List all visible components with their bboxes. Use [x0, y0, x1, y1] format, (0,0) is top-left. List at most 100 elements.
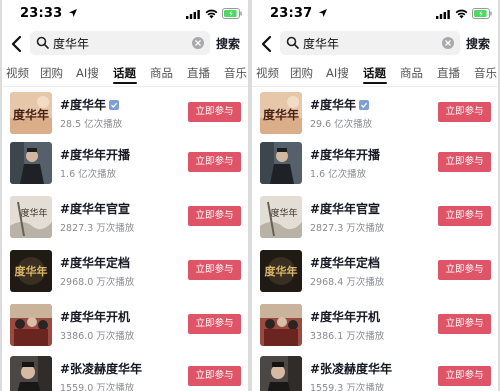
topic-view-count: 3386.0 万次播放 [60, 331, 135, 342]
left-screenshot: 23:33 度华年 搜索 视频 团购 AI搜 话题 商品 直播 音乐 度华年 #… [2, 0, 248, 391]
search-button[interactable]: 搜索 [216, 35, 240, 52]
verified-badge-icon [359, 100, 370, 110]
join-topic-button[interactable]: 立即参与 [188, 260, 241, 280]
topic-row[interactable]: #度华年开机 3386.1 万次播放 立即参与 [252, 300, 498, 352]
search-tabs: 视频 团购 AI搜 话题 商品 直播 音乐 [2, 62, 248, 84]
tab-group-buy[interactable]: 团购 [40, 65, 63, 81]
topic-row[interactable]: 度华年 #度华年定档 2968.0 万次播放 立即参与 [2, 246, 248, 298]
misty-poster-thumbnail: 度华年 [10, 196, 52, 238]
join-topic-button[interactable]: 立即参与 [438, 314, 491, 334]
tab-topics[interactable]: 话题 [113, 65, 136, 81]
dark-gold-poster-thumbnail: 度华年 [260, 250, 302, 292]
topic-view-count: 1.6 亿次播放 [310, 169, 367, 180]
active-tab-indicator [363, 82, 387, 84]
topic-title: #度华年 [310, 96, 370, 113]
topic-view-count: 2968.4 万次播放 [310, 277, 385, 288]
cellular-signal-icon [436, 10, 450, 19]
dark-gold-poster-thumbnail: 度华年 [10, 250, 52, 292]
search-button[interactable]: 搜索 [466, 35, 490, 52]
join-topic-button[interactable]: 立即参与 [188, 366, 241, 386]
topic-row[interactable]: #度华年开机 3386.0 万次播放 立即参与 [2, 300, 248, 352]
clear-search-icon[interactable] [442, 37, 454, 49]
status-bar: 23:33 [2, 0, 248, 28]
back-arrow-icon[interactable] [260, 35, 274, 53]
topic-title: #度华年官宣 [310, 202, 381, 216]
search-query-text: 度华年 [53, 37, 90, 51]
tab-products[interactable]: 商品 [150, 65, 173, 81]
right-screenshot: 23:37 度华年 搜索 视频 团购 AI搜 话题 商品 直播 音乐 度华年 #… [252, 0, 498, 391]
join-topic-button[interactable]: 立即参与 [188, 102, 241, 122]
verified-badge-icon [109, 100, 120, 110]
status-bar: 23:37 [252, 0, 498, 28]
topic-row[interactable]: #度华年开播 1.6 亿次播放 立即参与 [2, 138, 248, 190]
topic-title: #度华年 [60, 96, 120, 113]
calligraphy-logo-thumbnail: 度华年 [10, 92, 52, 134]
join-topic-button[interactable]: 立即参与 [438, 206, 491, 226]
svg-text:度华年: 度华年 [263, 107, 299, 122]
search-query-text: 度华年 [303, 37, 340, 51]
svg-text:度华年: 度华年 [20, 207, 47, 219]
topic-view-count: 2827.3 万次播放 [310, 223, 385, 234]
topic-row[interactable]: 度华年 #度华年官宣 2827.3 万次播放 立即参与 [2, 192, 248, 244]
location-arrow-icon [69, 9, 77, 17]
tab-ai-search[interactable]: AI搜 [76, 65, 99, 81]
topic-row[interactable]: 度华年 #度华年定档 2968.4 万次播放 立即参与 [252, 246, 498, 298]
wifi-icon [205, 9, 218, 19]
topic-row[interactable]: 度华年 #度华年 28.5 亿次播放 立即参与 [2, 88, 248, 140]
tab-products[interactable]: 商品 [400, 65, 423, 81]
svg-text:度华年: 度华年 [15, 264, 48, 278]
tab-topics[interactable]: 话题 [363, 65, 386, 81]
join-topic-button[interactable]: 立即参与 [188, 206, 241, 226]
costume-actor-thumbnail [260, 142, 302, 184]
tab-live[interactable]: 直播 [437, 65, 460, 81]
location-arrow-icon [319, 9, 327, 17]
join-topic-button[interactable]: 立即参与 [438, 152, 491, 172]
topic-view-count: 2968.0 万次播放 [60, 277, 135, 288]
topic-row[interactable]: 度华年 #度华年 29.6 亿次播放 立即参与 [252, 88, 498, 140]
divider [2, 86, 248, 87]
join-topic-button[interactable]: 立即参与 [188, 314, 241, 334]
topic-title: #度华年官宣 [60, 202, 131, 216]
misty-poster-thumbnail: 度华年 [260, 196, 302, 238]
topic-view-count: 3386.1 万次播放 [310, 331, 385, 342]
crowd-scene-thumbnail [260, 304, 302, 346]
search-input[interactable]: 度华年 [30, 31, 210, 55]
topic-row[interactable]: 度华年 #度华年官宣 2827.3 万次播放 立即参与 [252, 192, 498, 244]
topic-title: #度华年开播 [310, 148, 381, 162]
wifi-icon [455, 9, 468, 19]
search-input[interactable]: 度华年 [280, 31, 460, 55]
join-topic-button[interactable]: 立即参与 [438, 260, 491, 280]
join-topic-button[interactable]: 立即参与 [188, 152, 241, 172]
topic-title: #度华年开机 [310, 310, 381, 324]
topic-view-count: 1559.3 万次播放 [310, 383, 385, 391]
actor-portrait-thumbnail [10, 356, 52, 391]
topic-view-count: 29.6 亿次播放 [310, 119, 373, 130]
topic-view-count: 1.6 亿次播放 [60, 169, 117, 180]
crowd-scene-thumbnail [10, 304, 52, 346]
tab-group-buy[interactable]: 团购 [290, 65, 313, 81]
tab-music[interactable]: 音乐 [224, 65, 247, 81]
topic-row[interactable]: #张凌赫度华年 1559.3 万次播放 立即参与 [252, 352, 498, 391]
tab-ai-search[interactable]: AI搜 [326, 65, 349, 81]
battery-charging-icon [472, 8, 492, 19]
join-topic-button[interactable]: 立即参与 [438, 102, 491, 122]
topic-title: #度华年定档 [60, 256, 131, 270]
tab-live[interactable]: 直播 [187, 65, 210, 81]
topic-view-count: 2827.3 万次播放 [60, 223, 135, 234]
tab-video[interactable]: 视频 [6, 65, 29, 81]
topic-row[interactable]: #度华年开播 1.6 亿次播放 立即参与 [252, 138, 498, 190]
clear-search-icon[interactable] [192, 37, 204, 49]
join-topic-button[interactable]: 立即参与 [438, 366, 491, 386]
svg-text:度华年: 度华年 [270, 207, 297, 219]
topic-title: #度华年开播 [60, 148, 131, 162]
actor-portrait-thumbnail [260, 356, 302, 391]
back-arrow-icon[interactable] [10, 35, 24, 53]
tab-video[interactable]: 视频 [256, 65, 279, 81]
topic-row[interactable]: #张凌赫度华年 1559.0 万次播放 立即参与 [2, 352, 248, 391]
tab-music[interactable]: 音乐 [474, 65, 497, 81]
cellular-signal-icon [186, 10, 200, 19]
search-icon [286, 36, 299, 49]
active-tab-indicator [113, 82, 137, 84]
topic-view-count: 28.5 亿次播放 [60, 119, 123, 130]
status-time: 23:33 [20, 6, 63, 21]
